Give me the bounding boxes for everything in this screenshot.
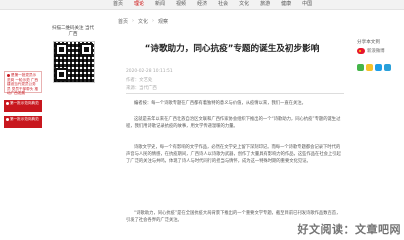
nav-item-theory[interactable]: 理论: [134, 1, 144, 8]
article-source: 来源：当代广西: [126, 86, 157, 91]
share-label: 分享本文到: [357, 40, 380, 45]
weibo-icon: [357, 48, 365, 54]
share-icons: [357, 64, 391, 71]
nav-item-health[interactable]: 健康: [281, 1, 291, 8]
nav-item-travel[interactable]: 旅游: [260, 1, 270, 8]
article-paragraph: 诗歌文学史，每一个有影响的文学作品，必然在文学史上留下深刻印记。而每一个诗歌专题…: [126, 145, 341, 164]
follow-qr-caption: 扫描二维码关注 当代广西: [52, 26, 94, 37]
article-title: “诗歌助力，同心抗疫”专题的诞生及初步影响: [144, 44, 320, 54]
wechat-icon[interactable]: [357, 64, 364, 71]
breadcrumb-home[interactable]: 首页: [118, 18, 128, 25]
nav-items: 首页 理论 新闻 视频 经济 社会 文化 旅游 健康 中国: [113, 1, 323, 8]
promo-banner-text: 是第一批党员示范岗 一轮示范 广西建设当代党员公务员 党员干部带头 推动广西发展: [7, 73, 39, 95]
breadcrumb-culture[interactable]: 文化: [138, 18, 148, 25]
nav-item-society[interactable]: 社会: [218, 1, 228, 8]
share-weibo-button[interactable]: 新浪微博: [357, 48, 385, 54]
promo-banner-2[interactable]: 第一批示范岗典范: [4, 100, 42, 112]
nav-item-economy[interactable]: 经济: [197, 1, 207, 8]
article-paragraph: 编者按：每一个诗歌专题在广西都有着独特的意义与价值，从疫情以来，我们一直在关注。: [134, 101, 306, 106]
promo-banner-text: 第一批示范岗典范: [10, 117, 39, 121]
nav-item-home[interactable]: 首页: [113, 1, 123, 8]
qr-finder: [55, 68, 68, 81]
more-share-icon[interactable]: [384, 64, 391, 71]
party-emblem-icon: [6, 117, 9, 121]
promo-banner-3[interactable]: 第一批示范岗典范: [4, 116, 42, 128]
breadcrumb: 首页 › 文化 › 观察: [118, 18, 168, 25]
breadcrumb-observation[interactable]: 观察: [158, 18, 168, 25]
qzone-icon[interactable]: [366, 64, 373, 71]
article-paragraph: 这就是去年以来在广西壮族自治区文联和广西作家协会组织下推出的一个“诗歌助力，同心…: [126, 117, 341, 129]
top-navigation: 首页 理论 新闻 视频 经济 社会 文化 旅游 健康 中国: [0, 0, 404, 10]
article-divider: [126, 93, 344, 94]
nav-item-video[interactable]: 视频: [176, 1, 186, 8]
breadcrumb-separator: ›: [132, 18, 135, 24]
party-emblem-icon: [7, 73, 10, 77]
qr-finder: [55, 43, 68, 56]
nav-item-culture[interactable]: 文化: [239, 1, 249, 8]
nav-item-news[interactable]: 新闻: [155, 1, 165, 8]
article-date: 2020-02-28 10:11:51: [126, 69, 173, 74]
promo-banner-1[interactable]: 是第一批党员示范岗 一轮示范 广西建设当代党员公务员 党员干部带头 推动广西发展: [4, 71, 42, 95]
qr-finder: [80, 43, 93, 56]
promo-banner-text: 第一批示范岗典范: [10, 101, 39, 105]
weibo-label: 新浪微博: [367, 49, 385, 54]
qr-code-image: [53, 41, 95, 83]
breadcrumb-separator: ›: [152, 18, 155, 24]
party-emblem-icon: [6, 101, 9, 105]
site-watermark: 好文阅读：文章吧网: [297, 223, 401, 236]
article-author: 作者：文艺处: [126, 78, 153, 83]
nav-item-china[interactable]: 中国: [302, 1, 312, 8]
qq-icon[interactable]: [375, 64, 382, 71]
